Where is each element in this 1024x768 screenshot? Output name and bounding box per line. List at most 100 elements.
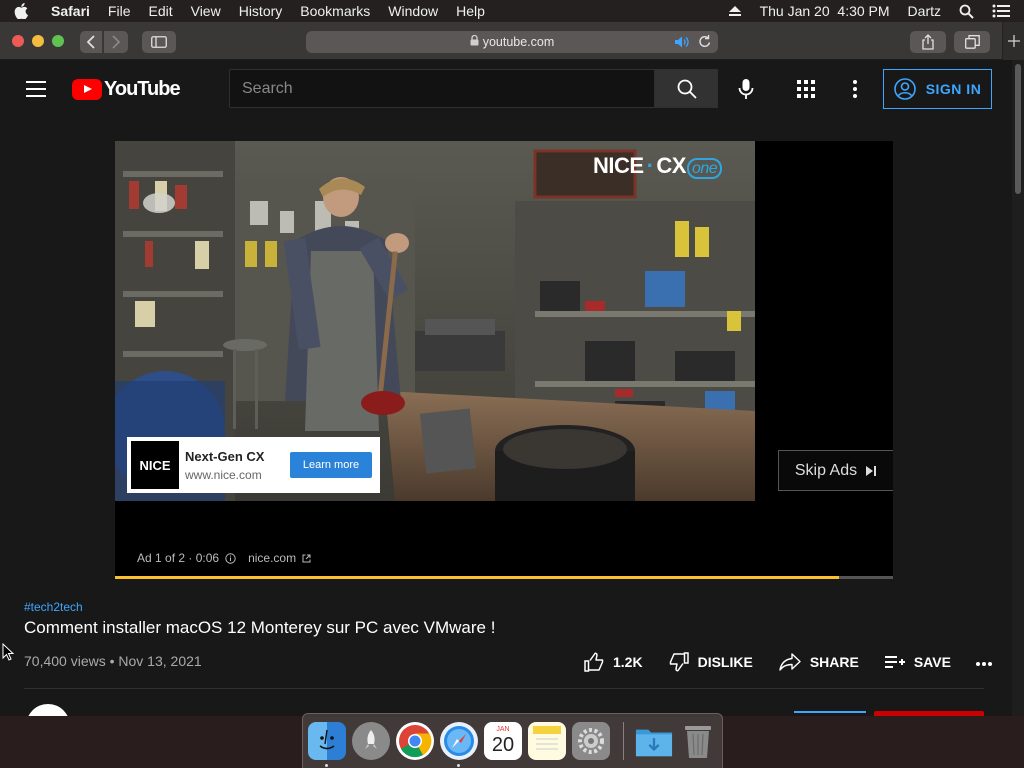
system-preferences-icon[interactable] — [572, 722, 610, 760]
share-video-button[interactable]: SHARE — [779, 653, 859, 671]
audio-playing-icon[interactable] — [674, 35, 690, 52]
tab-overview-button[interactable] — [954, 31, 990, 53]
search-button[interactable] — [655, 69, 718, 108]
calendar-icon[interactable]: JAN 20 — [484, 722, 522, 760]
page-scrollbar[interactable] — [1012, 60, 1024, 716]
ad-progress-bar[interactable] — [115, 576, 893, 579]
playlist-add-icon — [884, 656, 905, 668]
trash-icon[interactable] — [679, 722, 717, 760]
brand-one-text: one — [686, 158, 723, 179]
menu-safari[interactable]: Safari — [42, 3, 99, 19]
share-button[interactable] — [910, 31, 946, 53]
window-close-button[interactable] — [12, 35, 24, 47]
video-hashtag[interactable]: #tech2tech — [24, 600, 83, 614]
finder-icon[interactable] — [308, 722, 346, 760]
dislike-button[interactable]: DISLIKE — [669, 652, 753, 672]
share-arrow-icon — [779, 653, 801, 671]
ad-card-text: Next-Gen CX www.nice.com — [185, 449, 283, 482]
join-button-edge[interactable] — [794, 711, 866, 716]
brand-dot-icon: · — [646, 153, 654, 178]
window-minimize-button[interactable] — [32, 35, 44, 47]
search-field — [229, 69, 655, 108]
save-label: SAVE — [913, 654, 951, 670]
advertiser-logo: NICE — [131, 441, 179, 489]
apple-menu-icon[interactable] — [0, 3, 42, 19]
lock-icon — [470, 34, 479, 49]
sidebar-toggle-button[interactable] — [142, 31, 176, 53]
thumbs-down-icon — [669, 652, 689, 672]
notes-icon[interactable] — [528, 722, 566, 760]
menu-edit[interactable]: Edit — [139, 3, 181, 19]
ad-video-frame: NICE · CX one NICE Next-Gen CX www.nice.com… — [115, 141, 755, 501]
notification-center-icon[interactable] — [983, 4, 1024, 18]
settings-more-icon[interactable] — [852, 79, 858, 104]
back-button[interactable] — [80, 31, 102, 53]
address-bar[interactable]: youtube.com — [306, 31, 718, 53]
youtube-play-icon — [72, 79, 102, 100]
sign-in-label: SIGN IN — [925, 81, 982, 97]
youtube-page: YouTube SIGN IN — [0, 60, 1012, 716]
calendar-day: 20 — [491, 734, 515, 756]
mouse-cursor-icon — [2, 642, 15, 666]
like-count: 1.2K — [613, 654, 643, 670]
ad-counter: Ad 1 of 2 · 0:06 — [137, 551, 220, 565]
ad-card-title: Next-Gen CX — [185, 448, 265, 464]
account-icon — [893, 78, 916, 100]
section-divider — [24, 688, 984, 689]
like-button[interactable]: 1.2K — [584, 652, 643, 672]
more-actions-icon[interactable] — [975, 654, 993, 670]
downloads-folder-icon[interactable] — [635, 722, 673, 760]
guide-menu-icon[interactable] — [26, 81, 46, 97]
brand-nice-text: NICE — [593, 153, 644, 178]
menu-history[interactable]: History — [230, 3, 292, 19]
youtube-logo[interactable]: YouTube — [72, 78, 181, 101]
reload-icon[interactable] — [698, 34, 712, 52]
menu-file[interactable]: File — [99, 3, 140, 19]
menu-window[interactable]: Window — [379, 3, 447, 19]
dock: JAN 20 — [302, 713, 723, 768]
dock-separator — [623, 722, 624, 760]
launchpad-icon[interactable] — [352, 722, 390, 760]
forward-button[interactable] — [104, 31, 128, 53]
address-text: youtube.com — [482, 35, 555, 49]
external-link-icon — [302, 554, 311, 562]
window-fullscreen-button[interactable] — [52, 35, 64, 47]
eject-icon[interactable] — [719, 5, 751, 17]
learn-more-button[interactable]: Learn more — [290, 452, 372, 478]
ad-progress-fill — [115, 576, 839, 579]
info-icon[interactable] — [225, 552, 236, 564]
video-views-date: 70,400 views • Nov 13, 2021 — [24, 653, 202, 669]
skip-ads-button[interactable]: Skip Ads — [778, 450, 893, 491]
safari-toolbar: youtube.com — [0, 22, 1024, 60]
safari-icon[interactable] — [440, 722, 478, 760]
share-label: SHARE — [809, 654, 859, 670]
ad-card-url: www.nice.com — [185, 467, 262, 482]
menu-bookmarks[interactable]: Bookmarks — [291, 3, 379, 19]
ad-overlay-card[interactable]: NICE Next-Gen CX www.nice.com Learn more — [127, 437, 380, 493]
user-name[interactable]: Dartz — [899, 3, 950, 19]
menu-view[interactable]: View — [182, 3, 230, 19]
new-tab-button[interactable] — [1002, 22, 1024, 60]
youtube-logo-text: YouTube — [104, 78, 181, 100]
spotlight-search-icon[interactable] — [950, 4, 983, 19]
channel-avatar[interactable] — [26, 704, 70, 716]
scrollbar-thumb[interactable] — [1015, 64, 1021, 194]
save-button[interactable]: SAVE — [884, 654, 951, 670]
skip-ads-label: Skip Ads — [794, 461, 858, 479]
skip-next-icon — [866, 465, 877, 476]
ad-info-bar: Ad 1 of 2 · 0:06 nice.com — [137, 551, 311, 565]
finder-running-dot — [325, 764, 328, 767]
ad-domain-link[interactable]: nice.com — [248, 551, 296, 565]
youtube-header: YouTube SIGN IN — [0, 60, 1012, 118]
voice-search-button[interactable] — [736, 78, 756, 105]
clock[interactable]: Thu Jan 20 4:30 PM — [751, 3, 899, 19]
sign-in-button[interactable]: SIGN IN — [883, 69, 992, 109]
menu-help[interactable]: Help — [447, 3, 494, 19]
search-input[interactable] — [230, 70, 654, 107]
chrome-icon[interactable] — [396, 722, 434, 760]
subscribe-button-edge[interactable] — [874, 711, 984, 716]
video-player[interactable]: NICE · CX one NICE Next-Gen CX www.nice.com… — [115, 141, 893, 579]
ad-brand-logo: NICE · CX one — [593, 153, 723, 179]
safari-running-dot — [457, 764, 460, 767]
youtube-apps-icon[interactable] — [797, 80, 815, 103]
